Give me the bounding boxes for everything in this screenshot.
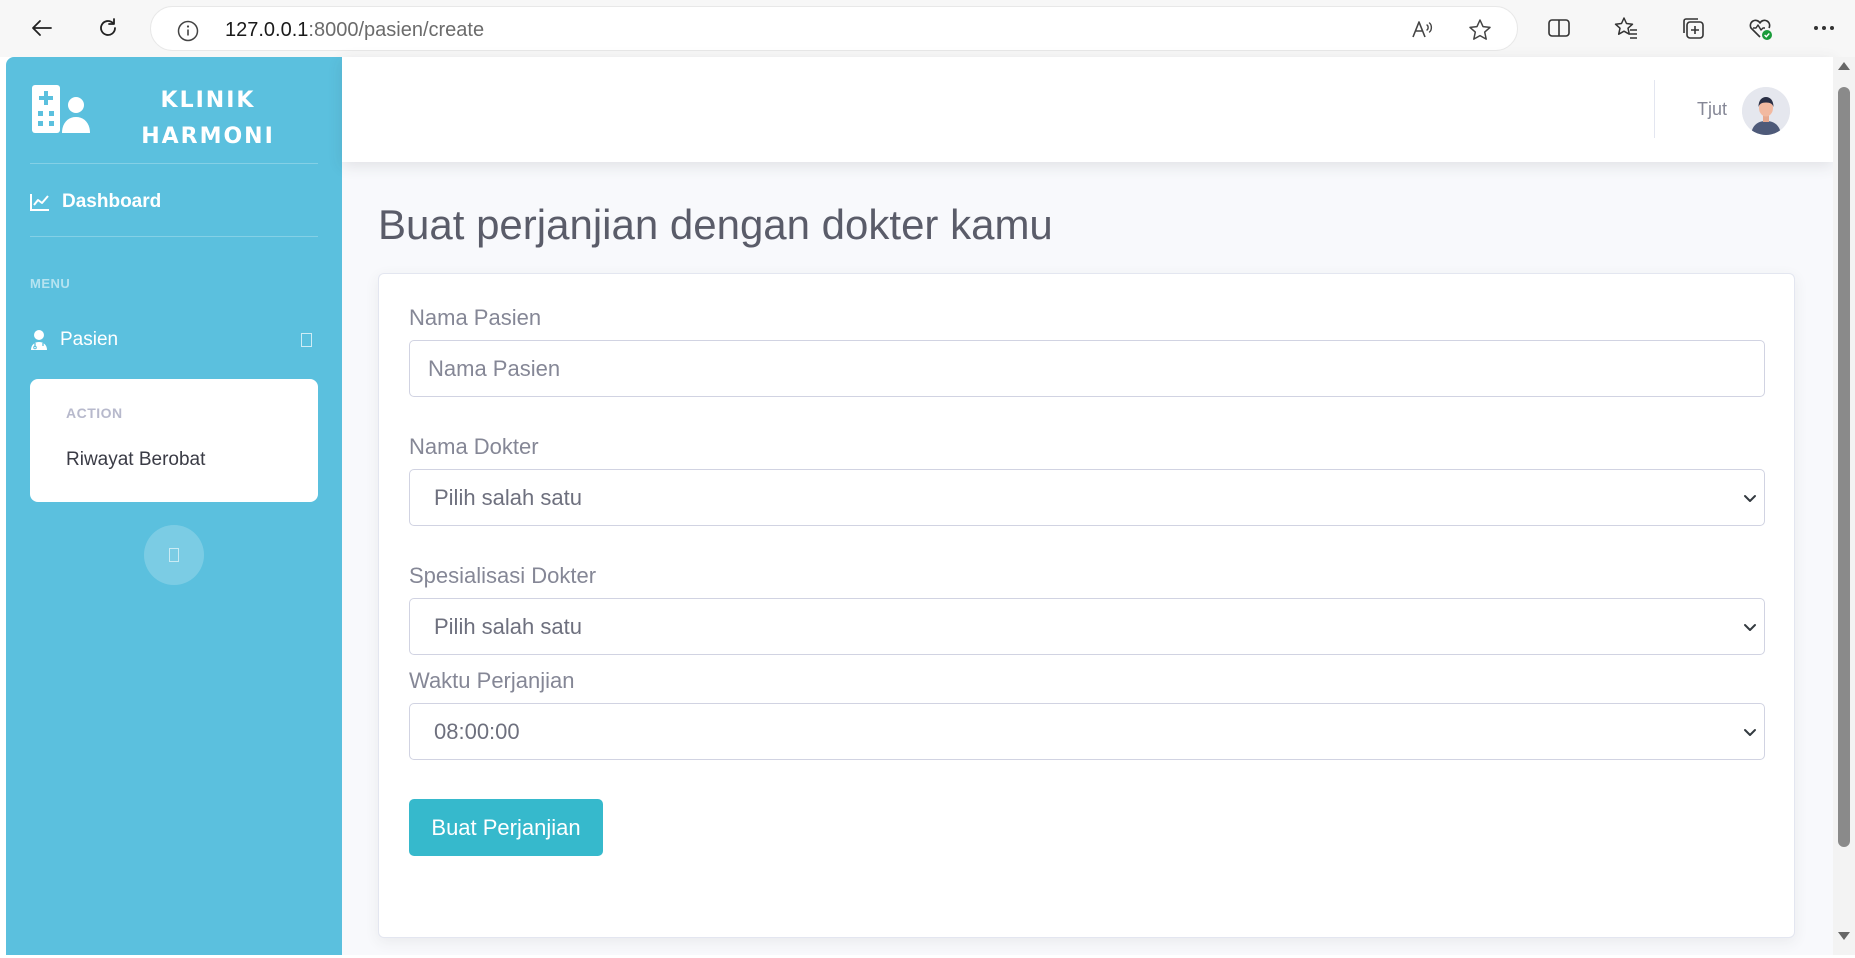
read-aloud-icon[interactable] — [1409, 17, 1435, 48]
sidebar-divider — [30, 163, 318, 164]
brand[interactable]: KLINIK HARMONI — [30, 83, 318, 163]
topbar: Tjut — [342, 57, 1833, 162]
scrollbar-thumb[interactable] — [1838, 87, 1850, 847]
scroll-up-icon[interactable] — [1838, 62, 1850, 70]
split-screen-icon[interactable] — [1541, 10, 1577, 46]
chevron-down-icon — [1744, 729, 1756, 736]
address-bar[interactable]: 127.0.0.1:8000/pasien/create — [150, 6, 1518, 51]
sidebar-item-label: Dashboard — [62, 191, 162, 212]
info-icon[interactable] — [176, 19, 200, 48]
sidebar-divider — [30, 236, 318, 237]
nama-pasien-label: Nama Pasien — [409, 305, 542, 330]
favorites-icon[interactable] — [1608, 10, 1644, 46]
sidebar-toggle-button[interactable] — [144, 525, 204, 585]
user-doctor-icon — [31, 330, 47, 350]
browser-essentials-icon[interactable] — [1742, 10, 1778, 46]
scroll-down-icon[interactable] — [1838, 932, 1850, 940]
sidebar-heading: MENU — [30, 276, 71, 291]
chart-line-icon — [30, 194, 49, 211]
page-title: Buat perjanjian dengan dokter kamu — [378, 201, 1053, 248]
appointment-form-card: Nama Pasien Nama Dokter Pilih salah satu… — [378, 273, 1795, 938]
select-value: 08:00:00 — [434, 719, 520, 744]
page-scrollbar[interactable] — [1833, 57, 1855, 955]
collections-icon[interactable] — [1675, 10, 1711, 46]
avatar[interactable] — [1742, 87, 1790, 135]
main-content: Tjut Buat perjanjian dengan dokter kamu … — [342, 57, 1833, 955]
refresh-icon[interactable] — [90, 10, 126, 46]
user-name[interactable]: Tjut — [1697, 99, 1727, 120]
clinic-logo-icon — [30, 83, 92, 142]
submenu-heading: ACTION — [66, 405, 123, 421]
nama-dokter-select[interactable]: Pilih salah satu — [409, 469, 1765, 526]
sidebar: KLINIK HARMONI Dashboard MENU Pasien ACT… — [6, 57, 342, 955]
back-arrow-icon[interactable] — [24, 10, 60, 46]
chevron-icon — [301, 333, 312, 347]
chevron-down-icon — [1744, 495, 1756, 502]
star-icon[interactable] — [1467, 17, 1493, 48]
more-icon[interactable] — [1806, 10, 1842, 46]
sidebar-item-dashboard[interactable]: Dashboard — [30, 187, 161, 217]
buat-perjanjian-button[interactable]: Buat Perjanjian — [409, 799, 603, 856]
url-path: :8000/pasien/create — [308, 19, 485, 41]
nama-pasien-input[interactable] — [409, 340, 1765, 397]
chevron-down-icon — [1744, 624, 1756, 631]
select-value: Pilih salah satu — [434, 485, 582, 510]
topbar-divider — [1654, 80, 1655, 138]
chevron-left-icon — [169, 548, 179, 562]
submenu-item-riwayat-berobat[interactable]: Riwayat Berobat — [66, 449, 205, 471]
nama-dokter-label: Nama Dokter — [409, 434, 539, 459]
submenu-card: ACTION Riwayat Berobat — [30, 379, 318, 502]
select-value: Pilih salah satu — [434, 614, 582, 639]
brand-line-1: KLINIK — [160, 88, 256, 113]
waktu-label: Waktu Perjanjian — [409, 668, 575, 693]
spesialisasi-select[interactable]: Pilih salah satu — [409, 598, 1765, 655]
waktu-select[interactable]: 08:00:00 — [409, 703, 1765, 760]
brand-line-2: HARMONI — [141, 124, 275, 149]
sidebar-item-pasien[interactable]: Pasien — [30, 325, 318, 355]
brand-name: KLINIK HARMONI — [138, 83, 278, 155]
spesialisasi-label: Spesialisasi Dokter — [409, 563, 597, 588]
url-host: 127.0.0.1 — [225, 19, 309, 41]
url-text[interactable]: 127.0.0.1:8000/pasien/create — [225, 19, 484, 42]
sidebar-item-label: Pasien — [60, 329, 119, 350]
browser-toolbar: 127.0.0.1:8000/pasien/create — [0, 0, 1855, 57]
